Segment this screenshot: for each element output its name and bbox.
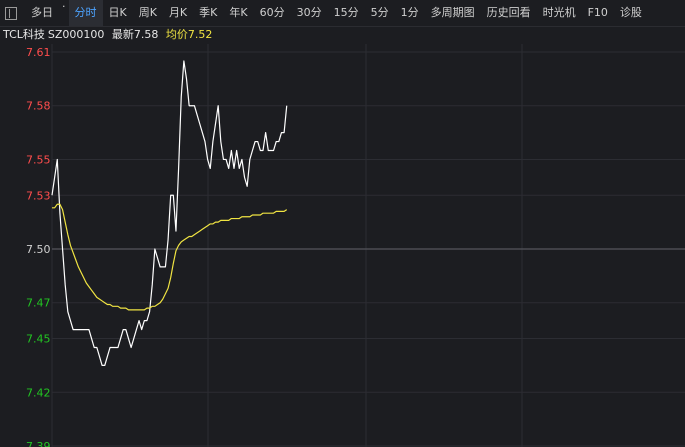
tab-7[interactable]: 60分 [254,0,291,26]
average-price-label: 均价 [165,28,188,41]
y-tick-label-1: 7.58 [26,100,51,113]
tab-8[interactable]: 30分 [291,0,328,26]
period-tabs: 多日 · 分时 日K 周K 月K 季K 年K 60分 30分 15分 5分 1分 多周期图 历史回看 时光机 F… [25,0,648,26]
stock-name: TCL科技 [3,28,45,41]
average-price: 均价7.52 [166,28,213,41]
stock-code: SZ000100 [47,28,105,41]
tab-9[interactable]: 15分 [328,0,365,26]
tab-0[interactable]: 多日 [25,0,59,26]
tab-2[interactable]: 日K [103,0,133,26]
tab-15[interactable]: F10 [582,0,614,26]
more-dot-icon[interactable]: · [59,0,69,26]
intraday-chart[interactable]: 7.61 7.58 7.55 7.53 7.50 7.47 7.45 7.42 7.39 [0,44,685,447]
tab-6[interactable]: 年K [223,0,253,26]
tab-16[interactable]: 诊股 [614,0,648,26]
y-tick-label-2: 7.55 [26,153,51,166]
tab-11[interactable]: 1分 [395,0,425,26]
period-toolbar: 多日 · 分时 日K 周K 月K 季K 年K 60分 30分 15分 5分 1分 多周期图 历史回看 时光机 F… [0,0,685,27]
tab-5[interactable]: 季K [193,0,223,26]
stock-info-bar: TCL科技 SZ000100 最新7.58 均价7.52 [0,27,685,43]
y-tick-label-4: 7.50 [26,243,51,256]
average-price-value: 7.52 [187,28,213,41]
y-tick-label-6: 7.45 [26,333,51,346]
latest-price: 最新7.58 [112,28,159,41]
tab-12[interactable]: 多周期图 [425,0,481,26]
y-tick-label-3: 7.53 [26,189,51,202]
latest-price-label: 最新 [111,28,134,41]
price-line [51,60,288,367]
latest-price-value: 7.58 [133,28,159,41]
y-tick-label-7: 7.42 [26,386,51,399]
tab-1[interactable]: 分时 [68,0,103,26]
y-tick-label-0: 7.61 [26,46,51,59]
sidebar-toggle-icon[interactable] [5,6,17,20]
tab-13[interactable]: 历史回看 [481,0,537,26]
y-tick-label-5: 7.47 [26,297,51,310]
tab-10[interactable]: 5分 [365,0,395,26]
tab-3[interactable]: 周K [133,0,163,26]
tab-4[interactable]: 月K [163,0,193,26]
tab-14[interactable]: 时光机 [537,0,582,26]
y-tick-label-8: 7.39 [26,440,51,447]
